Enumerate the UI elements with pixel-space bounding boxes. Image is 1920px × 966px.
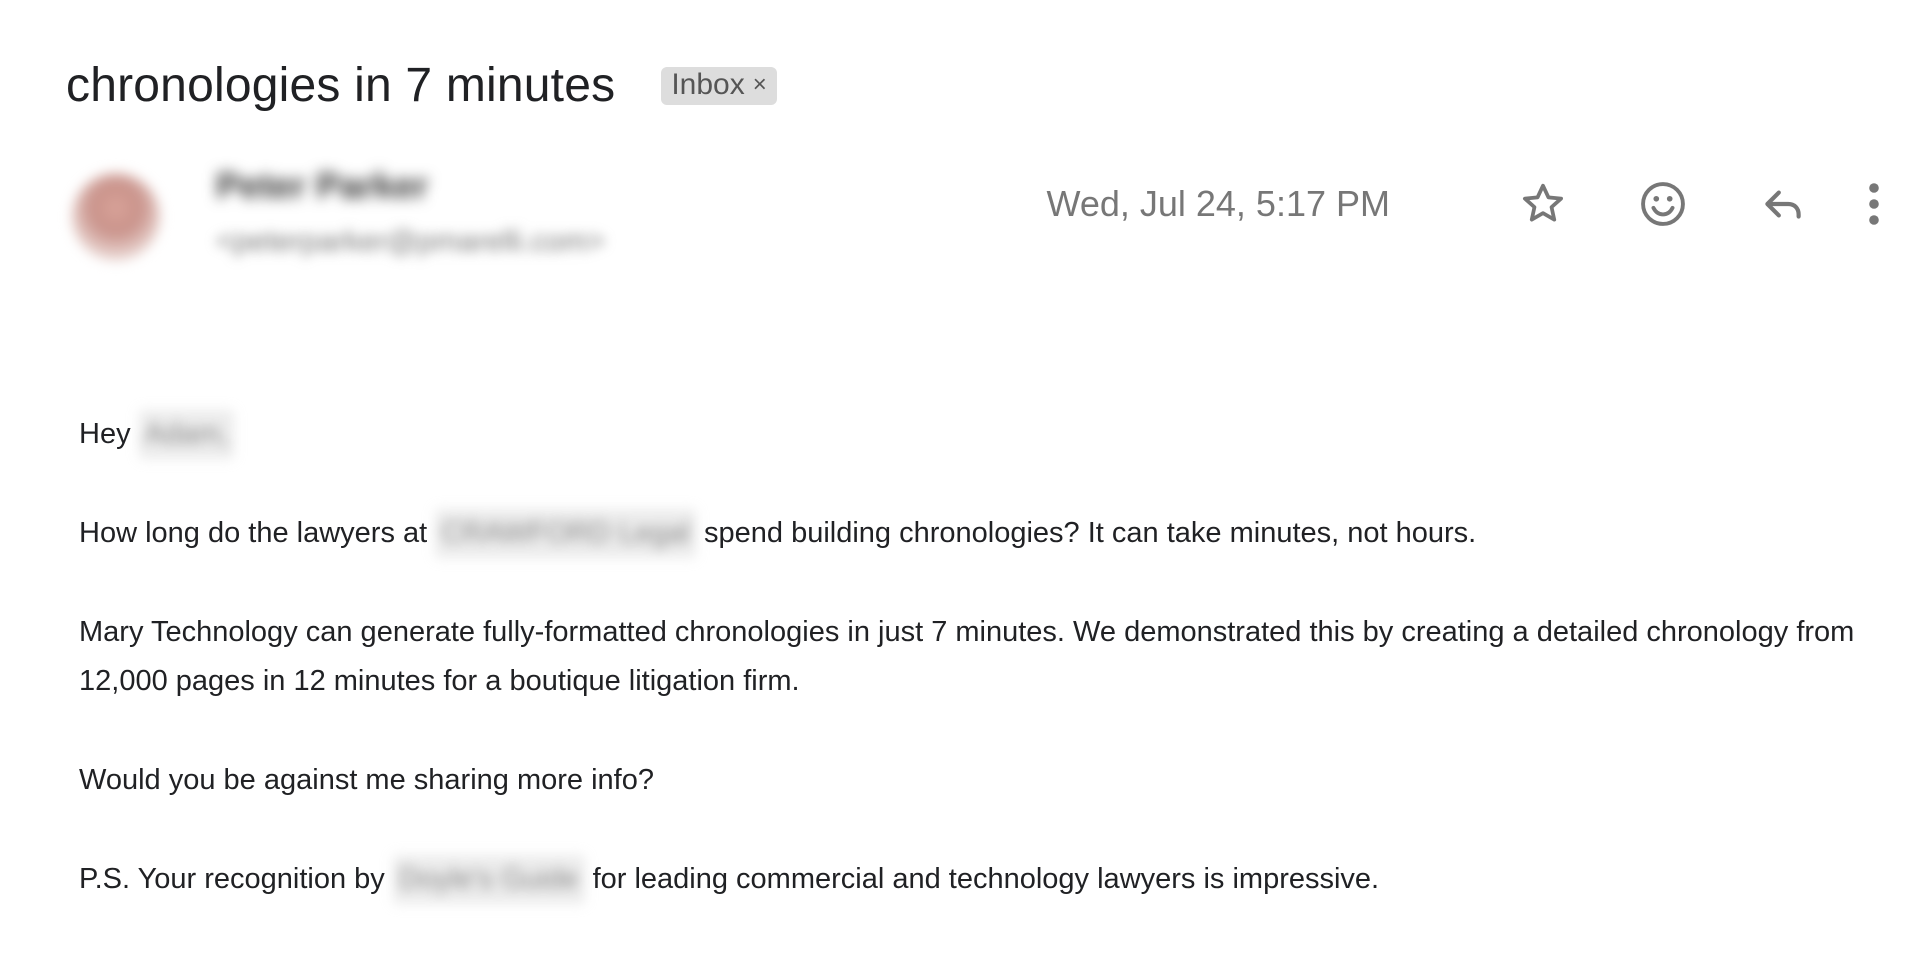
more-options-button[interactable] [1862, 175, 1886, 233]
postscript: P.S. Your recognition by Doyle's Guide f… [79, 855, 1859, 904]
paragraph-1-start: How long do the lawyers at [79, 517, 428, 549]
more-vert-icon [1869, 183, 1879, 225]
postscript-end: for leading commercial and technology la… [592, 863, 1380, 895]
paragraph-3: Would you be against me sharing more inf… [79, 764, 654, 796]
label-chip-text: Inbox [671, 68, 745, 101]
paragraph-1-end: spend building chronologies? It can take… [704, 517, 1477, 549]
email-subject: chronologies in 7 minutes [66, 59, 616, 112]
redacted-firm-name: CRAWFORD Legal [435, 509, 696, 558]
message-date: Wed, Jul 24, 5:17 PM [1046, 183, 1390, 224]
remove-label-icon[interactable]: × [753, 71, 767, 99]
sender-email: <peterparker@pmarelli.com> [216, 225, 605, 258]
star-icon [1523, 183, 1563, 222]
greeting-prefix: Hey [79, 418, 131, 450]
message-meta: Wed, Jul 24, 5:17 PM [1046, 175, 1886, 233]
subject-row: chronologies in 7 minutes Inbox × [66, 58, 777, 113]
label-chip-inbox[interactable]: Inbox × [661, 66, 777, 105]
avatar[interactable] [72, 173, 160, 261]
message-body: Hey Adam, How long do the lawyers at CRA… [79, 410, 1859, 954]
paragraph-1: How long do the lawyers at CRAWFORD Lega… [79, 509, 1859, 558]
greeting: Hey Adam, [79, 410, 1859, 459]
paragraph-2: Mary Technology can generate fully-forma… [79, 616, 1855, 697]
emoji-icon [1641, 182, 1685, 226]
reply-button[interactable] [1754, 175, 1812, 233]
reply-icon [1765, 190, 1801, 219]
star-button[interactable] [1514, 175, 1572, 233]
sender-name[interactable]: Peter Parker [216, 165, 428, 207]
redacted-recipient-name: Adam, [138, 410, 235, 459]
sender-row: Peter Parker <peterparker@pmarelli.com> … [66, 165, 1886, 275]
redacted-publication-name: Doyle's Guide [392, 855, 585, 904]
add-reaction-button[interactable] [1634, 175, 1692, 233]
postscript-start: P.S. Your recognition by [79, 863, 385, 895]
